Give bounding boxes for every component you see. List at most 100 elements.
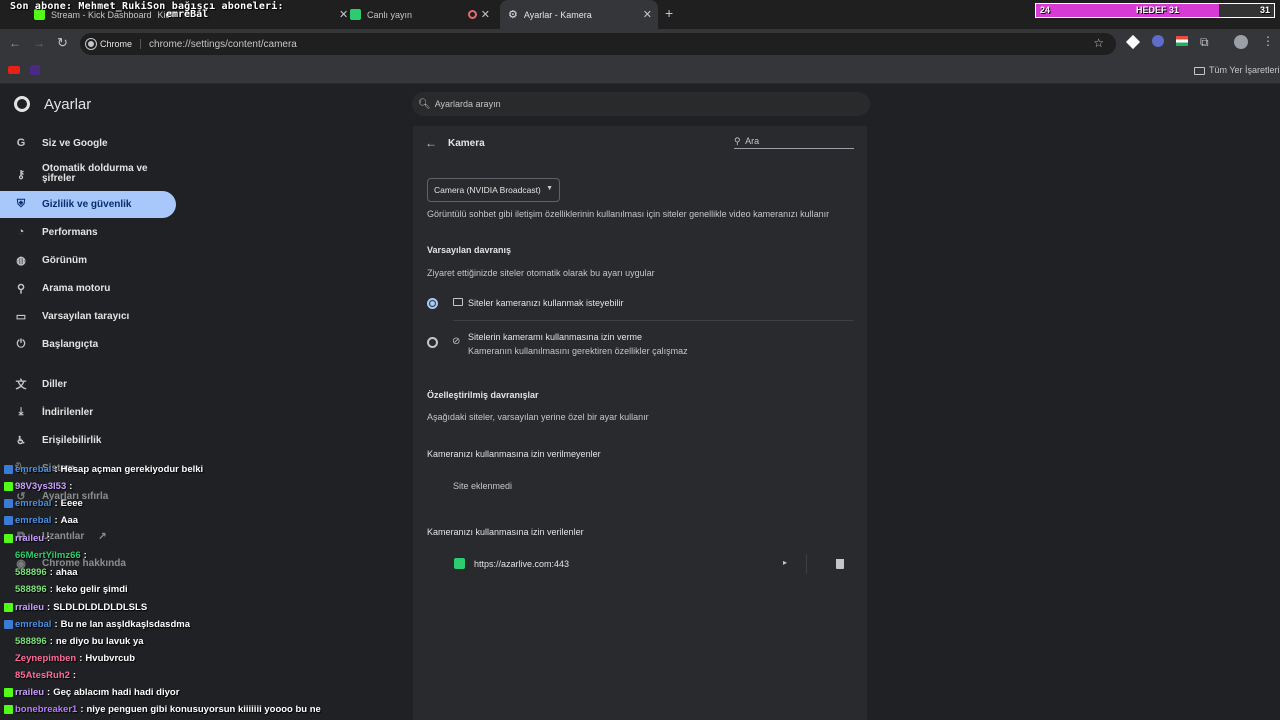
trash-icon[interactable]: [836, 559, 844, 569]
divider: [453, 320, 853, 321]
chat-username: Zeynepimben: [15, 653, 77, 664]
nav-arama-motoru[interactable]: ⚲ Arama motoru: [0, 278, 176, 298]
settings-search-placeholder: Ayarlarda arayın: [434, 99, 501, 109]
chat-text: SLDLDLDLDLDLSLS: [53, 602, 148, 613]
nav-label: Gizlilik ve güvenlik: [42, 199, 132, 210]
allowed-site-row[interactable]: https://azarlive.com:443 ▸: [443, 553, 853, 575]
panel-search-input[interactable]: ⚲ Ara: [734, 136, 854, 149]
nav-varsayilan-tarayici[interactable]: ▭ Varsayılan tarayıcı: [0, 306, 176, 326]
chat-message: 588896: keko gelir şimdi: [4, 584, 128, 595]
nav-indirilenler[interactable]: ⤓ İndirilenler: [0, 402, 176, 422]
chat-message: emrebal: Aaa: [4, 515, 78, 526]
allowed-heading: Kameranızı kullanmasına izin verilenler: [427, 527, 584, 537]
close-icon[interactable]: ✕: [643, 8, 652, 21]
youtube-icon[interactable]: [8, 66, 20, 74]
chat-text: Hvubvrcub: [85, 653, 136, 664]
chat-username: bonebreaker1: [15, 704, 78, 715]
accessibility-icon: ♿︎: [16, 434, 26, 447]
chat-separator: :: [54, 619, 58, 630]
translate-icon: 文: [15, 379, 27, 391]
chat-message: 588896: ahaa: [4, 567, 78, 578]
reload-icon[interactable]: ↻: [57, 35, 68, 51]
panel-title: Kamera: [448, 138, 485, 149]
tab-ayarlar-kamera[interactable]: ⚙ Ayarlar - Kamera ✕: [500, 0, 658, 29]
camera-icon: [453, 298, 463, 306]
nav-baslangicta[interactable]: ⏻ Başlangıçta: [0, 334, 176, 354]
nav-gorunum[interactable]: ◍ Görünüm: [0, 250, 176, 270]
page-title: Ayarlar: [44, 96, 92, 113]
nav-gizlilik-ve-guvenlik[interactable]: ⛨ Gizlilik ve güvenlik: [0, 191, 176, 218]
menu-icon[interactable]: ⋮: [1262, 34, 1274, 48]
radio-allow[interactable]: [427, 298, 438, 309]
chat-badge-icon: [4, 482, 13, 491]
avatar[interactable]: [1234, 35, 1248, 49]
nav-label: Görünüm: [42, 254, 87, 266]
tab-recording[interactable]: ✕: [464, 0, 500, 29]
chat-username: rraileu: [15, 533, 45, 544]
extension-icon[interactable]: [1152, 35, 1164, 47]
divider: [806, 554, 807, 574]
close-icon[interactable]: ✕: [481, 8, 490, 21]
option-allow-label: Siteler kameranızı kullanmak isteyebilir: [468, 298, 624, 308]
palette-icon: ◍: [16, 254, 26, 267]
radio-block[interactable]: [427, 337, 438, 348]
google-icon: G: [16, 137, 26, 149]
bookmark-icon[interactable]: [30, 65, 40, 75]
chat-username: 588896: [15, 636, 47, 647]
chat-text: Bu ne lan asşldkaşlsdasdma: [60, 619, 190, 630]
chrome-chip[interactable]: Chrome: [85, 38, 142, 50]
close-icon[interactable]: ✕: [339, 8, 348, 21]
chat-text: ne diyo bu lavuk ya: [55, 636, 144, 647]
chat-message: 98V3ys3l53:: [4, 481, 75, 492]
browser-icon: ▭: [15, 310, 27, 323]
back-icon[interactable]: ←: [9, 36, 21, 50]
nav-performans[interactable]: ◔ Performans: [0, 222, 176, 242]
chat-message: Zeynepimben: Hvubvrcub: [4, 653, 135, 664]
chat-separator: :: [49, 584, 53, 595]
chat-username: 588896: [15, 584, 47, 595]
chat-separator: :: [49, 636, 53, 647]
forward-icon[interactable]: →: [33, 36, 45, 50]
puzzle-icon[interactable]: ⧉: [1200, 35, 1209, 50]
nav-label: Erişilebilirlik: [42, 434, 102, 446]
chat-badge-icon: [4, 603, 13, 612]
nav-diller[interactable]: 文 Diller: [0, 374, 176, 394]
all-bookmarks[interactable]: Tüm Yer İşaretleri: [1209, 65, 1280, 75]
chat-text: Hesap açman gerekiyodur belki: [60, 464, 204, 475]
download-icon: ⤓: [18, 405, 24, 418]
extension-icon[interactable]: [1176, 36, 1188, 46]
chat-badge-icon: [4, 568, 13, 577]
blocked-heading: Kameranızı kullanmasına izin verilmeyenl…: [427, 449, 601, 459]
chat-username: 85AtesRuh2: [15, 670, 70, 681]
settings-search-input[interactable]: 🔍︎ Ayarlarda arayın: [412, 92, 870, 116]
goal-target: 31: [1259, 5, 1270, 15]
chat-badge-icon: [4, 516, 13, 525]
chrome-logo-icon: [14, 96, 30, 112]
chat-badge-icon: [4, 551, 13, 560]
chat-separator: :: [47, 602, 51, 613]
record-icon: [468, 10, 477, 19]
chat-username: 98V3ys3l53: [15, 481, 67, 492]
extension-icon[interactable]: [1125, 34, 1141, 50]
nav-label: Varsayılan tarayıcı: [42, 310, 130, 322]
chat-text: Eeee: [60, 498, 83, 509]
camera-device-select[interactable]: Camera (NVIDIA Broadcast) ▼: [427, 178, 560, 202]
gear-icon: ⚙: [508, 9, 518, 21]
chat-username: emrebal: [15, 515, 52, 526]
folder-icon[interactable]: [1194, 67, 1205, 75]
chat-username: 66MertYilmz66: [15, 550, 81, 561]
nav-label: İndirilenler: [42, 406, 94, 418]
chat-text: niye penguen gibi konusuyorsun kiiiiiii …: [86, 704, 321, 715]
chat-separator: :: [49, 567, 53, 578]
new-tab-icon[interactable]: +: [665, 5, 673, 21]
chat-badge-icon: [4, 671, 13, 680]
nav-siz-ve-google[interactable]: G Siz ve Google: [0, 133, 176, 153]
back-arrow-icon[interactable]: ←: [425, 136, 437, 150]
chevron-right-icon[interactable]: ▸: [783, 558, 787, 567]
custom-behavior-desc: Aşağıdaki siteler, varsayılan yerine öze…: [427, 412, 649, 422]
nav-otomatik-doldurma[interactable]: ⚷ Otomatik doldurma ve şifreler: [0, 162, 176, 186]
bookmark-star-icon[interactable]: ☆: [1093, 36, 1104, 50]
chat-text: keko gelir şimdi: [55, 584, 128, 595]
address-bar[interactable]: Chrome chrome://settings/content/camera …: [80, 33, 1116, 55]
chat-message: 66MertYilmz66:: [4, 550, 90, 561]
